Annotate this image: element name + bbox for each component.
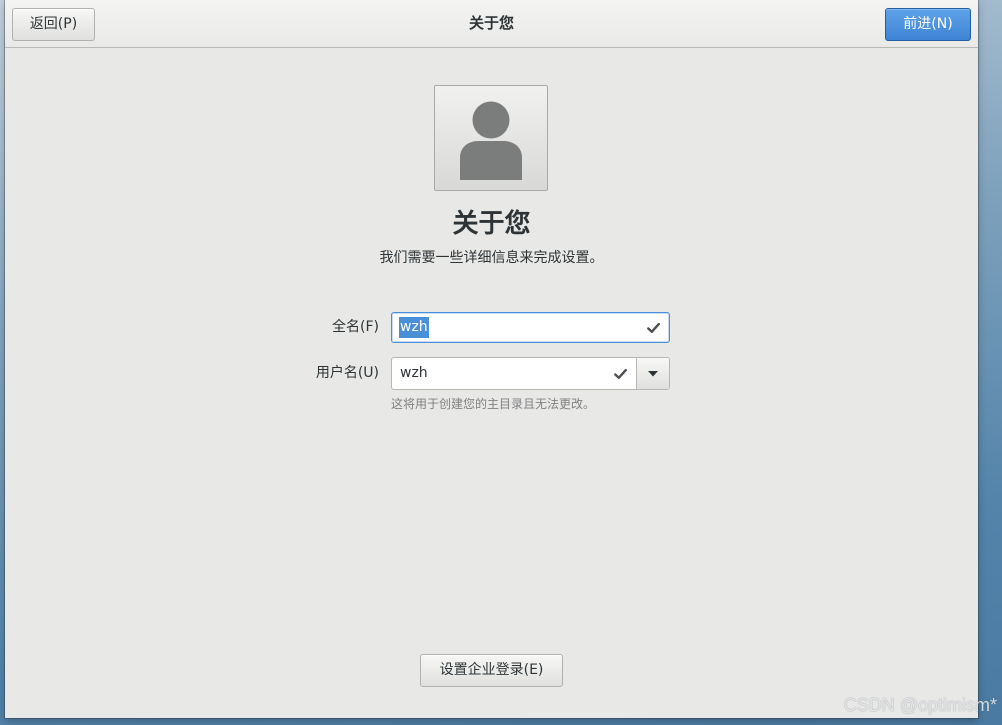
full-name-label: 全名(F) (332, 319, 379, 335)
full-name-value: wzh (399, 317, 429, 338)
page-description: 我们需要一些详细信息来完成设置。 (379, 250, 604, 266)
username-combo[interactable]: wzh (391, 357, 670, 390)
check-icon (647, 322, 660, 333)
chevron-down-icon (648, 371, 658, 377)
username-text-area[interactable]: wzh (399, 358, 429, 389)
next-button[interactable]: 前进(N) (885, 8, 971, 41)
page-heading: 关于您 (452, 209, 531, 239)
username-hint: 这将用于创建您的主目录且无法更改。 (391, 397, 596, 411)
full-name-entry[interactable]: wzh (391, 312, 670, 343)
enterprise-login-button[interactable]: 设置企业登录(E) (420, 654, 563, 687)
watermark: CSDN @optimism* (843, 695, 997, 715)
username-value: wzh (400, 365, 428, 381)
setup-window: 返回(P) 关于您 前进(N) 关于您 我们需要一些详细信息来完成设置。 全名(… (5, 0, 978, 718)
window-title: 关于您 (468, 14, 514, 32)
full-name-text-area[interactable]: wzh (399, 313, 429, 342)
avatar-button[interactable] (434, 85, 548, 191)
user-avatar-icon (460, 101, 522, 180)
username-label: 用户名(U) (315, 365, 379, 381)
check-icon (614, 368, 627, 379)
username-dropdown-button[interactable] (636, 358, 669, 389)
header-bar: 返回(P) 关于您 前进(N) (5, 0, 978, 48)
